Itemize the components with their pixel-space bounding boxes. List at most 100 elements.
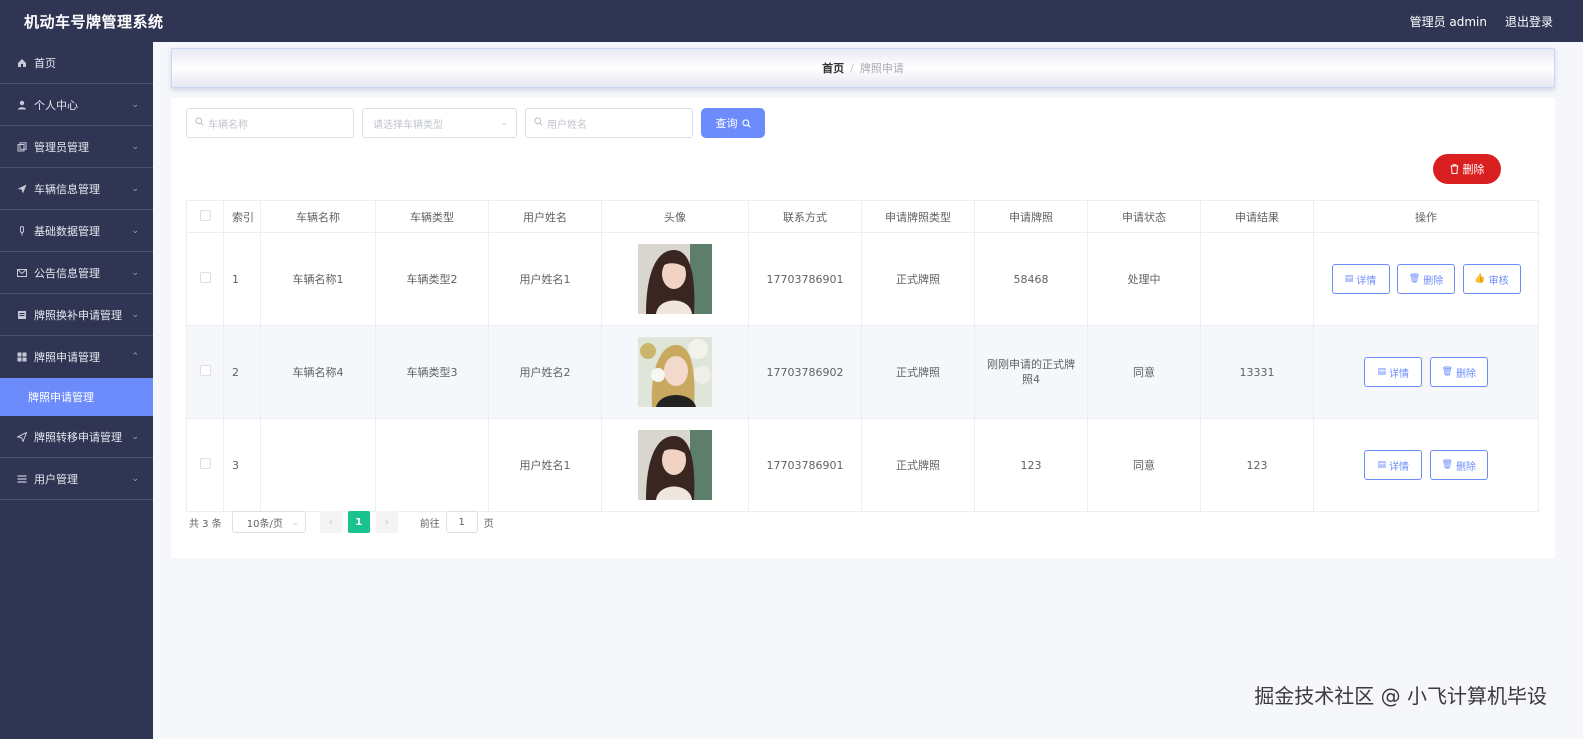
vehicle-type-select[interactable]: 请选择车辆类型 ⌄ — [362, 108, 517, 138]
send-icon — [16, 431, 28, 443]
review-label: 审核 — [1488, 275, 1509, 287]
select-all-checkbox[interactable] — [199, 209, 211, 221]
vehicle-name-cell: 车辆名称1 — [260, 232, 376, 326]
chevron-up-icon: ⌃ — [131, 352, 139, 362]
column-header: 申请状态 — [1087, 200, 1201, 233]
breadcrumb-home[interactable]: 首页 — [822, 60, 844, 76]
detail-button[interactable]: ▤ 详情 — [1364, 357, 1423, 387]
user-name-input[interactable]: 用户姓名 — [525, 108, 693, 138]
row-checkbox[interactable] — [199, 458, 211, 469]
phone-cell: 17703786901 — [748, 418, 862, 512]
next-page-button[interactable]: › — [375, 511, 398, 533]
content-panel: 车辆名称 请选择车辆类型 ⌄ 用户姓名 查询 删除 索引 车辆名称 车辆类型 用… — [171, 98, 1555, 558]
sidebar-item-label: 基础数据管理 — [34, 224, 100, 238]
sidebar-item-label: 用户管理 — [34, 472, 78, 486]
search-icon — [741, 118, 751, 128]
chevron-down-icon: ⌄ — [131, 183, 139, 194]
document-icon: ▤ — [1377, 460, 1386, 470]
detail-button[interactable]: ▤ 详情 — [1331, 264, 1390, 294]
column-header: 联系方式 — [748, 200, 862, 233]
delete-button[interactable]: 🗑 删除 — [1397, 264, 1455, 294]
sidebar-item-notice[interactable]: 公告信息管理 ⌄ — [0, 252, 153, 294]
send-icon — [16, 183, 28, 195]
plate-cell: 刚刚申请的正式牌照4 — [974, 325, 1088, 419]
row-select-cell[interactable] — [186, 418, 224, 512]
plate-cell: 123 — [974, 418, 1088, 512]
thumbs-up-icon: 👍 — [1474, 274, 1486, 284]
main-area: 首页 / 牌照申请 车辆名称 请选择车辆类型 ⌄ 用户姓名 查询 删除 索引 车… — [153, 42, 1583, 739]
delete-button[interactable]: 🗑 删除 — [1429, 450, 1488, 480]
microphone-icon — [16, 225, 28, 237]
result-cell: 13331 — [1200, 325, 1314, 419]
row-checkbox[interactable] — [199, 365, 211, 376]
sidebar-item-replace[interactable]: 牌照换补申请管理 ⌄ — [0, 294, 153, 336]
search-row: 车辆名称 请选择车辆类型 ⌄ 用户姓名 查询 — [186, 108, 765, 138]
sidebar-item-basedata[interactable]: 基础数据管理 ⌄ — [0, 210, 153, 252]
sidebar-item-label: 首页 — [34, 56, 56, 70]
sidebar-item-vehicle[interactable]: 车辆信息管理 ⌄ — [0, 168, 153, 210]
prev-page-button[interactable]: ‹ — [319, 511, 342, 533]
column-header: 头像 — [601, 200, 749, 233]
user-name-placeholder: 用户姓名 — [547, 119, 587, 131]
user-name-cell: 用户姓名1 — [488, 418, 602, 512]
column-header: 车辆类型 — [375, 200, 489, 233]
search-icon — [195, 117, 204, 129]
logout-link[interactable]: 退出登录 — [1505, 13, 1553, 30]
detail-label: 详情 — [1389, 461, 1409, 473]
document-icon — [16, 309, 28, 321]
row-select-cell[interactable] — [186, 325, 224, 419]
table-header-row: 索引 车辆名称 车辆类型 用户姓名 头像 联系方式 申请牌照类型 申请牌照 申请… — [186, 200, 1539, 233]
column-header: 申请牌照 — [974, 200, 1088, 233]
sidebar-item-users[interactable]: 用户管理 ⌄ — [0, 458, 153, 500]
query-button[interactable]: 查询 — [701, 108, 765, 138]
watermark: 掘金技术社区 @ 小飞计算机毕设 — [1254, 684, 1547, 708]
column-header: 用户姓名 — [488, 200, 602, 233]
avatar-cell — [601, 325, 749, 419]
sidebar-item-label: 牌照申请管理 — [34, 351, 100, 364]
top-header: 机动车号牌管理系统 管理员 admin 退出登录 — [0, 0, 1583, 42]
column-header: 索引 — [223, 200, 261, 233]
detail-button[interactable]: ▤ 详情 — [1364, 450, 1423, 480]
sidebar-item-label: 个人中心 — [34, 98, 78, 112]
page-size-select[interactable]: 10条/页 ⌄ — [231, 511, 306, 533]
avatar — [638, 337, 712, 407]
breadcrumb: 首页 / 牌照申请 — [171, 48, 1555, 88]
sidebar-item-label: 管理员管理 — [34, 140, 89, 154]
page-number-1[interactable]: 1 — [347, 511, 370, 533]
goto-page-input[interactable]: 1 — [445, 511, 478, 533]
sidebar-item-home[interactable]: 首页 — [0, 42, 153, 84]
plate-cell: 58468 — [974, 232, 1088, 326]
trash-icon: 🗑 — [1408, 274, 1421, 284]
home-icon — [16, 57, 28, 69]
actions-cell: ▤ 详情 🗑 删除 👍 审核 — [1313, 232, 1539, 326]
sidebar-item-label: 公告信息管理 — [34, 266, 100, 280]
index-cell: 2 — [223, 325, 261, 419]
vehicle-name-input[interactable]: 车辆名称 — [186, 108, 354, 138]
batch-delete-button[interactable]: 删除 — [1433, 154, 1501, 184]
sidebar-item-profile[interactable]: 个人中心 ⌄ — [0, 84, 153, 126]
document-icon: ▤ — [1344, 274, 1354, 284]
detail-label: 详情 — [1356, 275, 1377, 287]
row-checkbox[interactable] — [199, 272, 211, 283]
row-select-cell[interactable] — [186, 232, 224, 326]
review-button[interactable]: 👍 审核 — [1462, 264, 1521, 294]
sidebar-item-label: 牌照换补申请管理 — [34, 308, 122, 322]
result-cell — [1200, 232, 1314, 326]
vehicle-name-cell: 车辆名称4 — [260, 325, 376, 419]
chevron-down-icon: ⌄ — [131, 309, 139, 320]
delete-label: 删除 — [1455, 461, 1476, 473]
sidebar-item-apply[interactable]: 牌照申请管理 ⌃ — [0, 336, 153, 378]
sidebar-item-admin[interactable]: 管理员管理 ⌄ — [0, 126, 153, 168]
chevron-down-icon: ⌄ — [131, 267, 139, 278]
pagination: 共 3 条 10条/页 ⌄ ‹ 1 › 前往 1 页 — [189, 511, 494, 533]
plate-type-cell: 正式牌照 — [861, 232, 975, 326]
sidebar-subitem-apply-manage[interactable]: 牌照申请管理 — [0, 378, 153, 416]
vehicle-type-cell — [375, 418, 489, 512]
column-header: 申请结果 — [1200, 200, 1314, 233]
vehicle-name-cell — [260, 418, 376, 512]
goto-label: 前往 — [419, 518, 440, 530]
phone-cell: 17703786902 — [748, 325, 862, 419]
delete-button[interactable]: 🗑 删除 — [1429, 357, 1488, 387]
select-all-cell[interactable] — [186, 200, 224, 233]
sidebar-item-transfer[interactable]: 牌照转移申请管理 ⌄ — [0, 416, 153, 458]
